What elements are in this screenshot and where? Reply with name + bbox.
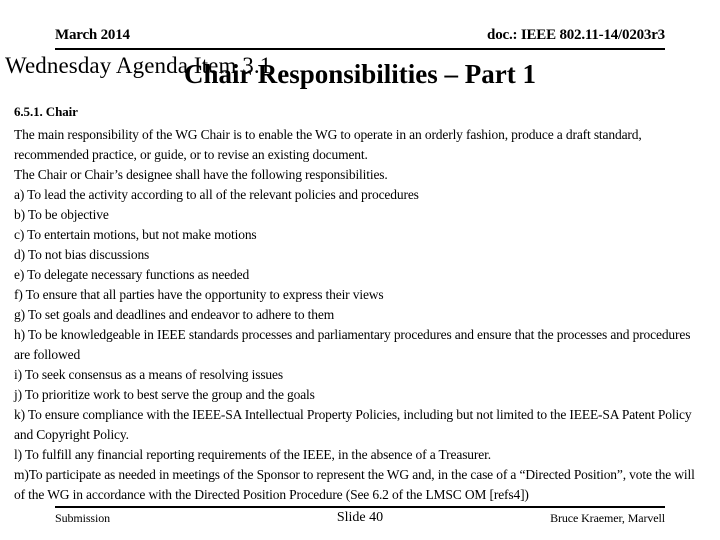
header-document-number: doc.: IEEE 802.11-14/0203r3 bbox=[487, 27, 665, 43]
slide-canvas: March 2014 doc.: IEEE 802.11-14/0203r3 W… bbox=[0, 0, 720, 540]
responsibility-item-a: a) To lead the activity according to all… bbox=[14, 187, 419, 202]
responsibility-item-e: e) To delegate necessary functions as ne… bbox=[14, 267, 250, 282]
page-title: Chair Responsibilities – Part 1 bbox=[183, 59, 536, 89]
responsibility-item-f: f) To ensure that all parties have the o… bbox=[14, 287, 384, 302]
section-heading: 6.5.1. Chair bbox=[14, 104, 78, 119]
body-paragraph: The Chair or Chair’s designee shall have… bbox=[14, 167, 388, 182]
footer-author: Bruce Kraemer, Marvell bbox=[550, 511, 665, 525]
responsibility-item-l: l) To fulfill any financial reporting re… bbox=[14, 447, 491, 462]
responsibility-item-d: d) To not bias discussions bbox=[14, 247, 150, 262]
slide-footer: Submission Slide 40 Bruce Kraemer, Marve… bbox=[55, 506, 665, 530]
responsibility-item-k: k) To ensure compliance with the IEEE-SA… bbox=[14, 407, 692, 442]
responsibility-item-i: i) To seek consensus as a means of resol… bbox=[14, 367, 283, 382]
responsibility-item-m: m)To participate as needed in meetings o… bbox=[14, 467, 695, 502]
responsibility-item-c: c) To entertain motions, but not make mo… bbox=[14, 227, 257, 242]
responsibility-item-h: h) To be knowledgeable in IEEE standards… bbox=[14, 327, 691, 362]
responsibility-item-g: g) To set goals and deadlines and endeav… bbox=[14, 307, 335, 322]
slide-header: March 2014 doc.: IEEE 802.11-14/0203r3 bbox=[55, 26, 665, 50]
responsibility-item-b: b) To be objective bbox=[14, 207, 109, 222]
slide-body: 6.5.1. Chair The main responsibility of … bbox=[14, 102, 706, 505]
responsibility-item-j: j) To prioritize work to best serve the … bbox=[14, 387, 315, 402]
body-paragraph: The main responsibility of the WG Chair … bbox=[14, 127, 642, 162]
header-date: March 2014 bbox=[55, 27, 130, 43]
